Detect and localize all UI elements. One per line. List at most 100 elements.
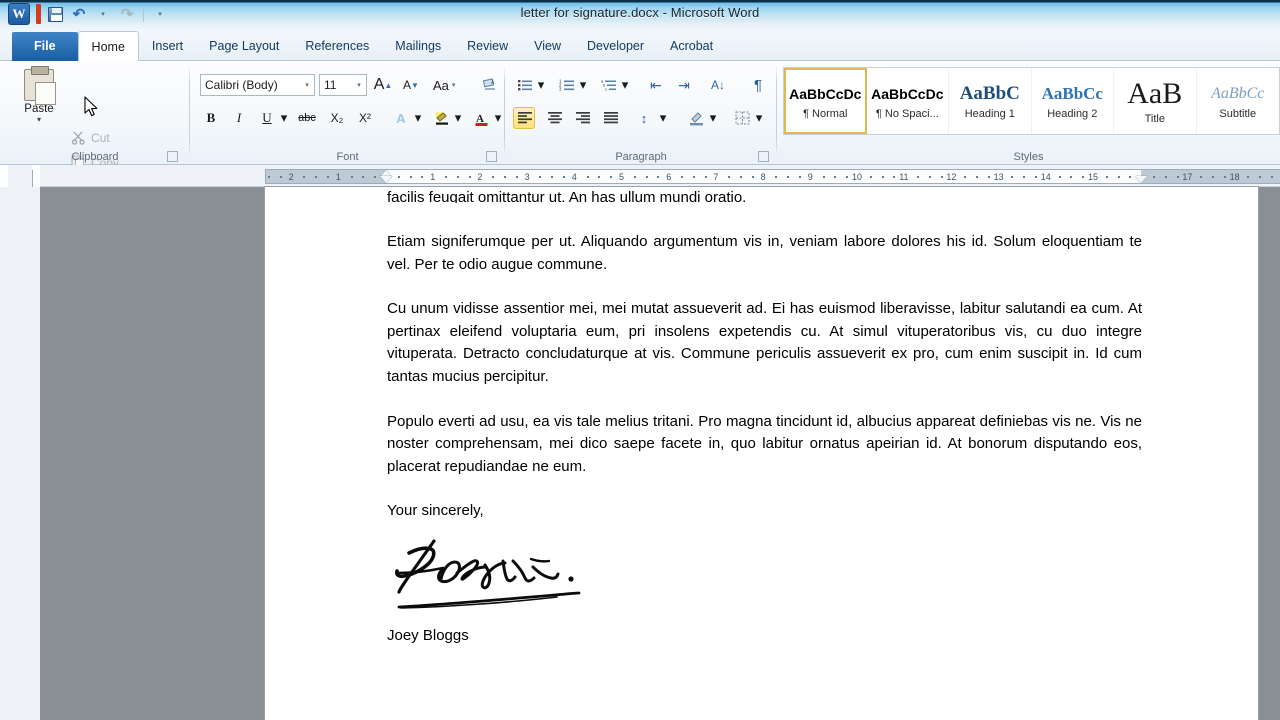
- numbering-dropdown-icon[interactable]: ▾: [577, 74, 589, 96]
- ribbon-tabstrip[interactable]: File Home Insert Page Layout References …: [0, 32, 1280, 61]
- style-label: Heading 2: [1047, 108, 1097, 120]
- tab-review[interactable]: Review: [454, 32, 521, 61]
- signer-name: Joey Bloggs: [387, 627, 1142, 644]
- superscript-button[interactable]: X²: [354, 107, 376, 129]
- borders-dropdown-icon[interactable]: ▾: [753, 107, 765, 129]
- tab-references[interactable]: References: [292, 32, 382, 61]
- strikethrough-button[interactable]: abc: [296, 107, 318, 129]
- paragraph-dialog-launcher[interactable]: [758, 151, 769, 162]
- multilevel-list-button[interactable]: a b c: [597, 74, 619, 96]
- title-bar: W ↶ ▾ ↷ ▾ letter for signature.docx - Mi…: [0, 0, 1280, 32]
- ruler-minor-mark: [917, 176, 919, 178]
- style-subtitle[interactable]: AaBbCc Subtitle: [1197, 68, 1279, 134]
- underline-dropdown-icon[interactable]: ▾: [278, 107, 290, 129]
- clear-formatting-button[interactable]: A: [478, 74, 500, 96]
- chevron-down-icon[interactable]: ▾: [300, 81, 314, 89]
- font-color-button[interactable]: A: [470, 107, 492, 129]
- line-spacing-dropdown-icon[interactable]: ▾: [657, 107, 669, 129]
- style-label: Heading 1: [965, 108, 1015, 120]
- increase-indent-button[interactable]: ⇥: [673, 74, 695, 96]
- show-formatting-marks-button[interactable]: ¶: [747, 74, 769, 96]
- chevron-down-icon[interactable]: ▾: [452, 81, 456, 89]
- multilevel-dropdown-icon[interactable]: ▾: [619, 74, 631, 96]
- ruler-minor-mark: [882, 176, 884, 178]
- highlight-button[interactable]: [430, 107, 452, 129]
- style-normal[interactable]: AaBbCcDc ¶ Normal: [784, 68, 867, 134]
- tab-file[interactable]: File: [12, 32, 78, 61]
- ruler-minor-mark: [752, 176, 754, 178]
- style-heading-2[interactable]: AaBbCc Heading 2: [1032, 68, 1114, 134]
- ruler-tick: 5: [619, 172, 624, 182]
- ruler-minor-mark: [1023, 176, 1025, 178]
- bold-button[interactable]: B: [200, 107, 222, 129]
- borders-button[interactable]: [731, 107, 753, 129]
- bullet-list-icon: [517, 78, 532, 93]
- ruler-minor-mark: [421, 176, 423, 178]
- chevron-down-icon[interactable]: ▾: [352, 81, 366, 89]
- underline-button[interactable]: U: [256, 107, 278, 129]
- right-indent-marker[interactable]: [1135, 176, 1147, 183]
- shading-icon: [689, 111, 704, 126]
- sort-button[interactable]: A↓: [707, 74, 729, 96]
- subscript-button[interactable]: X₂: [326, 107, 348, 129]
- tab-insert[interactable]: Insert: [139, 32, 196, 61]
- ruler-minor-mark: [303, 176, 305, 178]
- ruler-minor-mark: [740, 176, 742, 178]
- ruler-minor-mark: [268, 176, 270, 178]
- bullets-button[interactable]: [513, 74, 535, 96]
- tab-developer[interactable]: Developer: [574, 32, 657, 61]
- horizontal-ruler-track[interactable]: 211234567891011121314151718: [265, 169, 1280, 184]
- align-center-button[interactable]: [543, 107, 565, 129]
- tab-mailings[interactable]: Mailings: [382, 32, 454, 61]
- tab-page-layout[interactable]: Page Layout: [196, 32, 292, 61]
- ruler-tick: 6: [666, 172, 671, 182]
- bullets-dropdown-icon[interactable]: ▾: [535, 74, 547, 96]
- style-no-spacing[interactable]: AaBbCcDc ¶ No Spaci...: [867, 68, 949, 134]
- document-body[interactable]: facilis feugait omittantur ut. An has ul…: [387, 187, 1142, 644]
- ruler-minor-mark: [1259, 176, 1261, 178]
- font-color-dropdown-icon[interactable]: ▾: [492, 107, 504, 129]
- tab-acrobat[interactable]: Acrobat: [657, 32, 726, 61]
- svg-text:c: c: [605, 86, 607, 91]
- ruler-tick: 10: [852, 172, 862, 182]
- font-dialog-launcher[interactable]: [486, 151, 497, 162]
- shading-button[interactable]: [685, 107, 707, 129]
- align-right-button[interactable]: [571, 107, 593, 129]
- ruler-minor-mark: [1271, 176, 1273, 178]
- highlight-dropdown-icon[interactable]: ▾: [452, 107, 464, 129]
- style-heading-1[interactable]: AaBbC Heading 1: [949, 68, 1031, 134]
- paste-dropdown-icon[interactable]: ▾: [18, 115, 60, 124]
- hanging-indent-marker[interactable]: [380, 176, 392, 183]
- italic-button[interactable]: I: [228, 107, 250, 129]
- shading-dropdown-icon[interactable]: ▾: [707, 107, 719, 129]
- decrease-indent-button[interactable]: ⇤: [645, 74, 667, 96]
- ruler-minor-mark: [1082, 176, 1084, 178]
- align-left-button[interactable]: [513, 107, 535, 129]
- change-case-button[interactable]: Aa ▾: [433, 74, 455, 96]
- styles-gallery[interactable]: AaBbCcDc ¶ Normal AaBbCcDc ¶ No Spaci...…: [783, 67, 1280, 135]
- signature-image[interactable]: [387, 535, 1142, 613]
- ruler-minor-mark: [327, 176, 329, 178]
- tab-view[interactable]: View: [521, 32, 574, 61]
- numbering-button[interactable]: 1 2 3: [555, 74, 577, 96]
- ruler-tick: 12: [946, 172, 956, 182]
- text-effects-button[interactable]: A: [390, 107, 412, 129]
- horizontal-ruler[interactable]: 211234567891011121314151718: [40, 165, 1280, 187]
- font-size-combo[interactable]: 11 ▾: [319, 74, 367, 96]
- clipboard-dialog-launcher[interactable]: [167, 151, 178, 162]
- ruler-minor-mark: [988, 176, 990, 178]
- ruler-minor-mark: [799, 176, 801, 178]
- document-page[interactable]: facilis feugait omittantur ut. An has ul…: [265, 187, 1258, 720]
- cut-button[interactable]: Cut: [68, 127, 115, 148]
- font-name-combo[interactable]: Calibri (Body) ▾: [200, 74, 315, 96]
- grow-font-button[interactable]: A▲: [372, 74, 394, 96]
- paste-icon: [24, 69, 54, 101]
- text-effects-dropdown-icon[interactable]: ▾: [412, 107, 424, 129]
- multilevel-list-icon: a b c: [601, 78, 616, 93]
- tab-home[interactable]: Home: [78, 31, 139, 61]
- line-spacing-button[interactable]: ↕: [633, 107, 655, 129]
- justify-button[interactable]: [599, 107, 621, 129]
- paste-button[interactable]: Paste ▾: [18, 67, 60, 141]
- shrink-font-button[interactable]: A▼: [400, 74, 422, 96]
- style-title[interactable]: AaB Title: [1114, 68, 1196, 134]
